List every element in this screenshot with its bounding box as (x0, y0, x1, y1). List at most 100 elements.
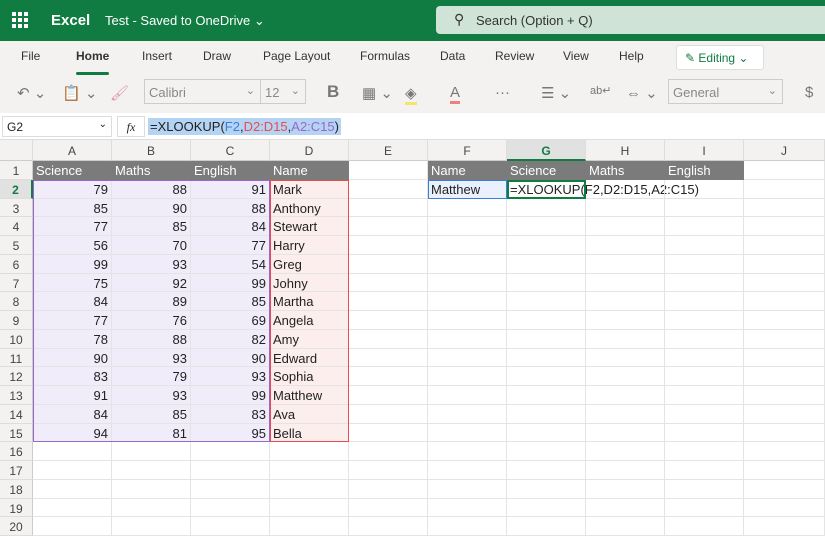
cell-C17[interactable] (191, 461, 270, 480)
cell-F15[interactable] (428, 423, 507, 443)
cell-A18[interactable] (33, 479, 112, 499)
cell-G7[interactable] (507, 273, 586, 293)
cell-A12[interactable]: 83 (33, 367, 112, 386)
cell-B16[interactable] (112, 442, 191, 461)
app-name[interactable]: Excel (51, 12, 90, 29)
cell-I14[interactable] (665, 404, 744, 424)
row-header-1[interactable]: 1 (0, 161, 33, 180)
merge-icon[interactable]: ⇔ ⌄ (626, 84, 658, 102)
fill-color-icon[interactable]: ◈ (405, 84, 417, 105)
cell-J13[interactable] (744, 386, 825, 405)
fx-icon[interactable]: fx (117, 116, 145, 137)
tab-formulas[interactable]: Formulas (360, 49, 410, 63)
cell-D14[interactable]: Ava (270, 404, 349, 424)
cell-F11[interactable] (428, 348, 507, 368)
column-header-G[interactable]: G (507, 140, 586, 161)
formula-input[interactable]: =XLOOKUP(F2,D2:D15,A2:C15) (148, 118, 341, 135)
cell-H8[interactable] (586, 292, 665, 311)
cell-D6[interactable]: Greg (270, 254, 349, 274)
row-header-5[interactable]: 5 (0, 236, 33, 255)
cell-J9[interactable] (744, 311, 825, 330)
cell-B3[interactable]: 90 (112, 198, 191, 218)
cell-D18[interactable] (270, 479, 349, 499)
cell-I11[interactable] (665, 348, 744, 368)
cell-H10[interactable] (586, 329, 665, 349)
wrap-text-icon[interactable]: ab↵ (590, 84, 611, 97)
cell-E16[interactable] (349, 442, 428, 461)
borders-icon[interactable]: ▦ ⌄ (362, 84, 393, 102)
cell-A2[interactable]: 79 (33, 179, 112, 199)
cell-B7[interactable]: 92 (112, 273, 191, 293)
cell-D13[interactable]: Matthew (270, 386, 349, 405)
cell-G16[interactable] (507, 442, 586, 461)
column-header-H[interactable]: H (586, 140, 665, 161)
cell-A14[interactable]: 84 (33, 404, 112, 424)
cell-C4[interactable]: 84 (191, 217, 270, 236)
currency-button[interactable]: $ (805, 84, 813, 101)
row-header-2[interactable]: 2 (0, 179, 33, 199)
column-header-B[interactable]: B (112, 140, 191, 161)
cell-J14[interactable] (744, 404, 825, 424)
cell-F7[interactable] (428, 273, 507, 293)
cell-J7[interactable] (744, 273, 825, 293)
cell-I20[interactable] (665, 517, 744, 536)
cell-C15[interactable]: 95 (191, 423, 270, 443)
cell-D4[interactable]: Stewart (270, 217, 349, 236)
row-header-17[interactable]: 17 (0, 461, 33, 480)
cell-I6[interactable] (665, 254, 744, 274)
row-header-4[interactable]: 4 (0, 217, 33, 236)
cell-I19[interactable] (665, 498, 744, 518)
cell-E17[interactable] (349, 461, 428, 480)
cell-J2[interactable] (744, 179, 825, 199)
cell-F5[interactable] (428, 236, 507, 255)
cell-H16[interactable] (586, 442, 665, 461)
cell-H12[interactable] (586, 367, 665, 386)
cell-G9[interactable] (507, 311, 586, 330)
select-all-corner[interactable] (0, 140, 33, 161)
cell-G2[interactable]: =XLOOKUP(F2,D2:D15,A2:C15) (507, 179, 699, 199)
cell-D8[interactable]: Martha (270, 292, 349, 311)
spreadsheet-grid[interactable]: A B C D E F G H I J 1 2 3 4 5 6 7 8 9 10 11 12 13 14 15 16 17 18 19 2… (0, 140, 825, 536)
cell-C20[interactable] (191, 517, 270, 536)
cell-J19[interactable] (744, 498, 825, 518)
cell-C19[interactable] (191, 498, 270, 518)
cell-E4[interactable] (349, 217, 428, 236)
cell-H14[interactable] (586, 404, 665, 424)
cell-G20[interactable] (507, 517, 586, 536)
cell-C11[interactable]: 90 (191, 348, 270, 368)
row-header-7[interactable]: 7 (0, 273, 33, 293)
cell-F2[interactable]: Matthew (428, 179, 507, 199)
cell-D15[interactable]: Bella (270, 423, 349, 443)
cell-H3[interactable] (586, 198, 665, 218)
cell-G18[interactable] (507, 479, 586, 499)
cell-G5[interactable] (507, 236, 586, 255)
cell-A11[interactable]: 90 (33, 348, 112, 368)
cell-A13[interactable]: 91 (33, 386, 112, 405)
cell-F14[interactable] (428, 404, 507, 424)
column-header-J[interactable]: J (744, 140, 825, 161)
cell-H2[interactable] (586, 179, 665, 199)
cell-E18[interactable] (349, 479, 428, 499)
paste-icon[interactable]: 📋 ⌄ (62, 84, 97, 102)
cell-C3[interactable]: 88 (191, 198, 270, 218)
row-header-13[interactable]: 13 (0, 386, 33, 405)
cell-H17[interactable] (586, 461, 665, 480)
cell-A1[interactable]: Science (33, 161, 112, 180)
row-header-11[interactable]: 11 (0, 348, 33, 368)
cell-J1[interactable] (744, 161, 825, 180)
cell-G6[interactable] (507, 254, 586, 274)
cell-I10[interactable] (665, 329, 744, 349)
format-painter-icon[interactable]: 🖌 (110, 84, 129, 102)
row-header-12[interactable]: 12 (0, 367, 33, 386)
cell-G15[interactable] (507, 423, 586, 443)
cell-B2[interactable]: 88 (112, 179, 191, 199)
cell-E3[interactable] (349, 198, 428, 218)
cell-D10[interactable]: Amy (270, 329, 349, 349)
row-header-15[interactable]: 15 (0, 423, 33, 443)
cell-E7[interactable] (349, 273, 428, 293)
cell-E1[interactable] (349, 161, 428, 180)
column-header-F[interactable]: F (428, 140, 507, 161)
row-header-14[interactable]: 14 (0, 404, 33, 424)
cell-F8[interactable] (428, 292, 507, 311)
tab-insert[interactable]: Insert (142, 49, 172, 63)
